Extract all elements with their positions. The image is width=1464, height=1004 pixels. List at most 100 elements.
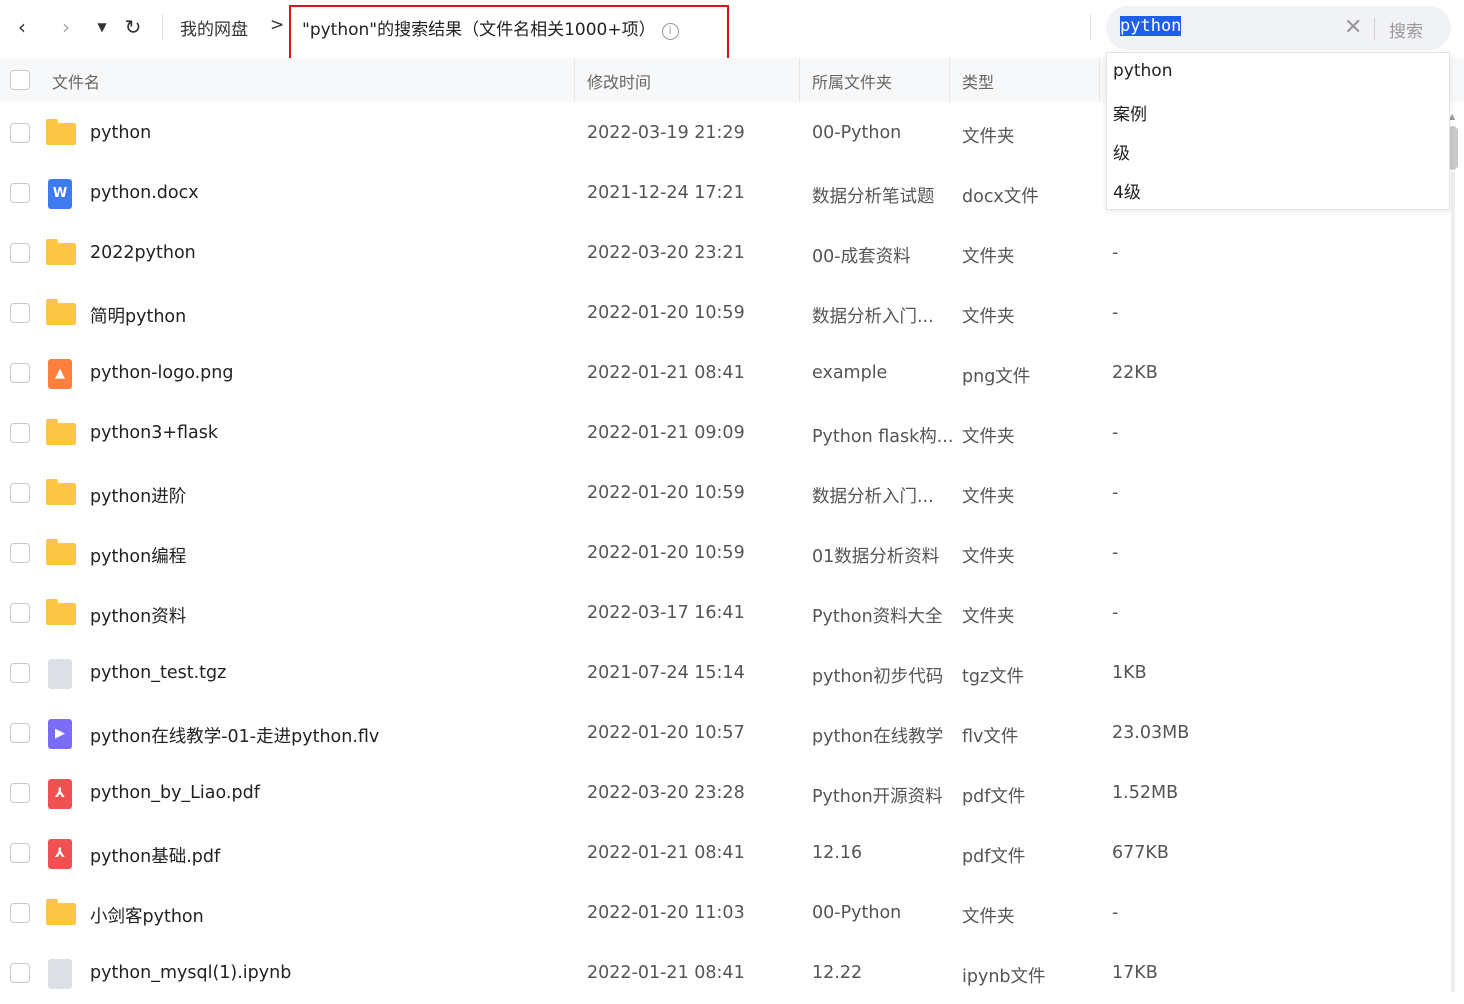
modified-time: 2022-01-21 08:41 (587, 963, 745, 983)
table-row[interactable]: python3+flask 2022-01-21 09:09 Python flas… (0, 403, 1440, 463)
file-size: 1.52MB (1112, 783, 1179, 803)
file-name[interactable]: python3+flask (90, 423, 218, 443)
table-row[interactable]: python资料 2022-03-17 16:41 Python资料大全 文件夹 - (0, 583, 1440, 643)
suggestion-item[interactable]: 级 (1113, 139, 1130, 164)
row-checkbox[interactable] (10, 303, 30, 323)
modified-time: 2022-01-20 10:59 (587, 543, 745, 563)
column-divider[interactable] (574, 58, 575, 102)
row-checkbox[interactable] (10, 843, 30, 863)
row-checkbox[interactable] (10, 183, 30, 203)
modified-time: 2022-03-17 16:41 (587, 603, 745, 623)
row-checkbox[interactable] (10, 963, 30, 983)
row-checkbox[interactable] (10, 663, 30, 683)
folder-icon (46, 299, 76, 325)
row-checkbox[interactable] (10, 363, 30, 383)
column-divider[interactable] (799, 58, 800, 102)
table-row[interactable]: python_mysql(1).ipynb 2022-01-21 08:41 12.… (0, 943, 1440, 1003)
video-file-icon: ▶ (46, 719, 76, 749)
history-dropdown-icon[interactable]: ▼ (92, 12, 112, 42)
modified-time: 2022-01-21 09:09 (587, 423, 745, 443)
suggestion-item[interactable]: 4级 (1113, 178, 1141, 203)
table-row[interactable]: ▲ python-logo.png 2022-01-21 08:41 example p… (0, 343, 1440, 403)
file-type: 文件夹 (962, 907, 1015, 927)
parent-folder: python初步代码 (812, 667, 944, 687)
parent-folder: 数据分析笔试题 (812, 187, 935, 207)
table-row[interactable]: python编程 2022-01-20 10:59 01数据分析资料 文件夹 - (0, 523, 1440, 583)
search-suggestions: python 案例 级 4级 (1106, 52, 1450, 210)
file-name[interactable]: 2022python (90, 243, 196, 263)
file-name[interactable]: python_by_Liao.pdf (90, 783, 260, 803)
file-name[interactable]: python_test.tgz (90, 663, 226, 683)
select-all-checkbox[interactable] (10, 70, 30, 90)
search-input-value: python (1120, 16, 1182, 36)
file-name[interactable]: python (90, 123, 151, 143)
row-checkbox[interactable] (10, 603, 30, 623)
modified-time: 2022-01-20 10:59 (587, 303, 745, 323)
clear-icon[interactable]: ✕ (1344, 15, 1362, 40)
parent-folder: example (812, 363, 888, 383)
column-header-name[interactable]: 文件名 (52, 69, 100, 93)
column-header-type[interactable]: 类型 (962, 69, 994, 93)
file-size: 22KB (1112, 363, 1158, 383)
pdf-file-icon: ⅄ (46, 779, 76, 809)
file-type: pdf文件 (962, 847, 1026, 867)
parent-folder: Python开源资料 (812, 787, 943, 807)
file-name[interactable]: 小剑客python (90, 903, 204, 928)
file-name[interactable]: python_mysql(1).ipynb (90, 963, 291, 983)
modified-time: 2022-01-21 08:41 (587, 363, 745, 383)
file-name[interactable]: python-logo.png (90, 363, 233, 383)
table-row[interactable]: python_test.tgz 2021-07-24 15:14 python初步代… (0, 643, 1440, 703)
file-size: - (1112, 543, 1119, 563)
file-name[interactable]: python基础.pdf (90, 843, 220, 868)
breadcrumb-home[interactable]: 我的网盘 (180, 15, 248, 40)
column-header-folder[interactable]: 所属文件夹 (812, 69, 892, 93)
search-input[interactable]: python (1120, 16, 1182, 36)
parent-folder: 数据分析入门... (812, 487, 934, 507)
table-row[interactable]: ⅄ python基础.pdf 2022-01-21 08:41 12.16 pdf文件 6… (0, 823, 1440, 883)
parent-folder: 数据分析入门... (812, 307, 934, 327)
modified-time: 2021-12-24 17:21 (587, 183, 745, 203)
toolbar-divider (162, 14, 163, 40)
file-name[interactable]: python编程 (90, 543, 186, 568)
suggestion-item[interactable]: python (1113, 61, 1172, 81)
column-divider[interactable] (1099, 58, 1100, 102)
row-checkbox[interactable] (10, 783, 30, 803)
file-size: 23.03MB (1112, 723, 1190, 743)
table-row[interactable]: ⅄ python_by_Liao.pdf 2022-03-20 23:28 Pytho… (0, 763, 1440, 823)
row-checkbox[interactable] (10, 903, 30, 923)
file-name[interactable]: python进阶 (90, 483, 186, 508)
row-checkbox[interactable] (10, 243, 30, 263)
column-header-time[interactable]: 修改时间 (587, 69, 651, 93)
file-size: 677KB (1112, 843, 1169, 863)
scroll-track[interactable] (1451, 172, 1455, 992)
file-name[interactable]: python资料 (90, 603, 186, 628)
scrollbar[interactable]: ▲ (1446, 112, 1460, 1000)
table-row[interactable]: 小剑客python 2022-01-20 11:03 00-Python 文件夹 - (0, 883, 1440, 943)
row-checkbox[interactable] (10, 543, 30, 563)
file-name[interactable]: 简明python (90, 303, 186, 328)
table-row[interactable]: python进阶 2022-01-20 10:59 数据分析入门... 文件夹 - (0, 463, 1440, 523)
column-divider[interactable] (949, 58, 950, 102)
file-type: 文件夹 (962, 607, 1015, 627)
refresh-icon[interactable]: ↻ (118, 12, 148, 42)
row-checkbox[interactable] (10, 723, 30, 743)
generic-file-icon (46, 659, 76, 689)
table-row[interactable]: ▶ python在线教学-01-走进python.flv 2022-01-20 10… (0, 703, 1440, 763)
row-checkbox[interactable] (10, 423, 30, 443)
file-type: 文件夹 (962, 547, 1015, 567)
row-checkbox[interactable] (10, 123, 30, 143)
search-button[interactable]: 搜索 (1389, 17, 1423, 42)
file-type: ipynb文件 (962, 967, 1046, 987)
search-box: python ✕ 搜索 (1106, 6, 1451, 50)
back-arrow-icon[interactable]: ‹ (8, 12, 36, 42)
table-row[interactable]: 简明python 2022-01-20 10:59 数据分析入门... 文件夹 - (0, 283, 1440, 343)
word-file-icon: W (46, 179, 76, 209)
modified-time: 2021-07-24 15:14 (587, 663, 745, 683)
file-name[interactable]: python.docx (90, 183, 199, 203)
suggestion-item[interactable]: 案例 (1113, 100, 1147, 125)
file-name[interactable]: python在线教学-01-走进python.flv (90, 723, 379, 748)
forward-arrow-icon[interactable]: › (52, 12, 80, 42)
table-row[interactable]: 2022python 2022-03-20 23:21 00-成套资料 文件夹 - (0, 223, 1440, 283)
file-size: 17KB (1112, 963, 1158, 983)
row-checkbox[interactable] (10, 483, 30, 503)
